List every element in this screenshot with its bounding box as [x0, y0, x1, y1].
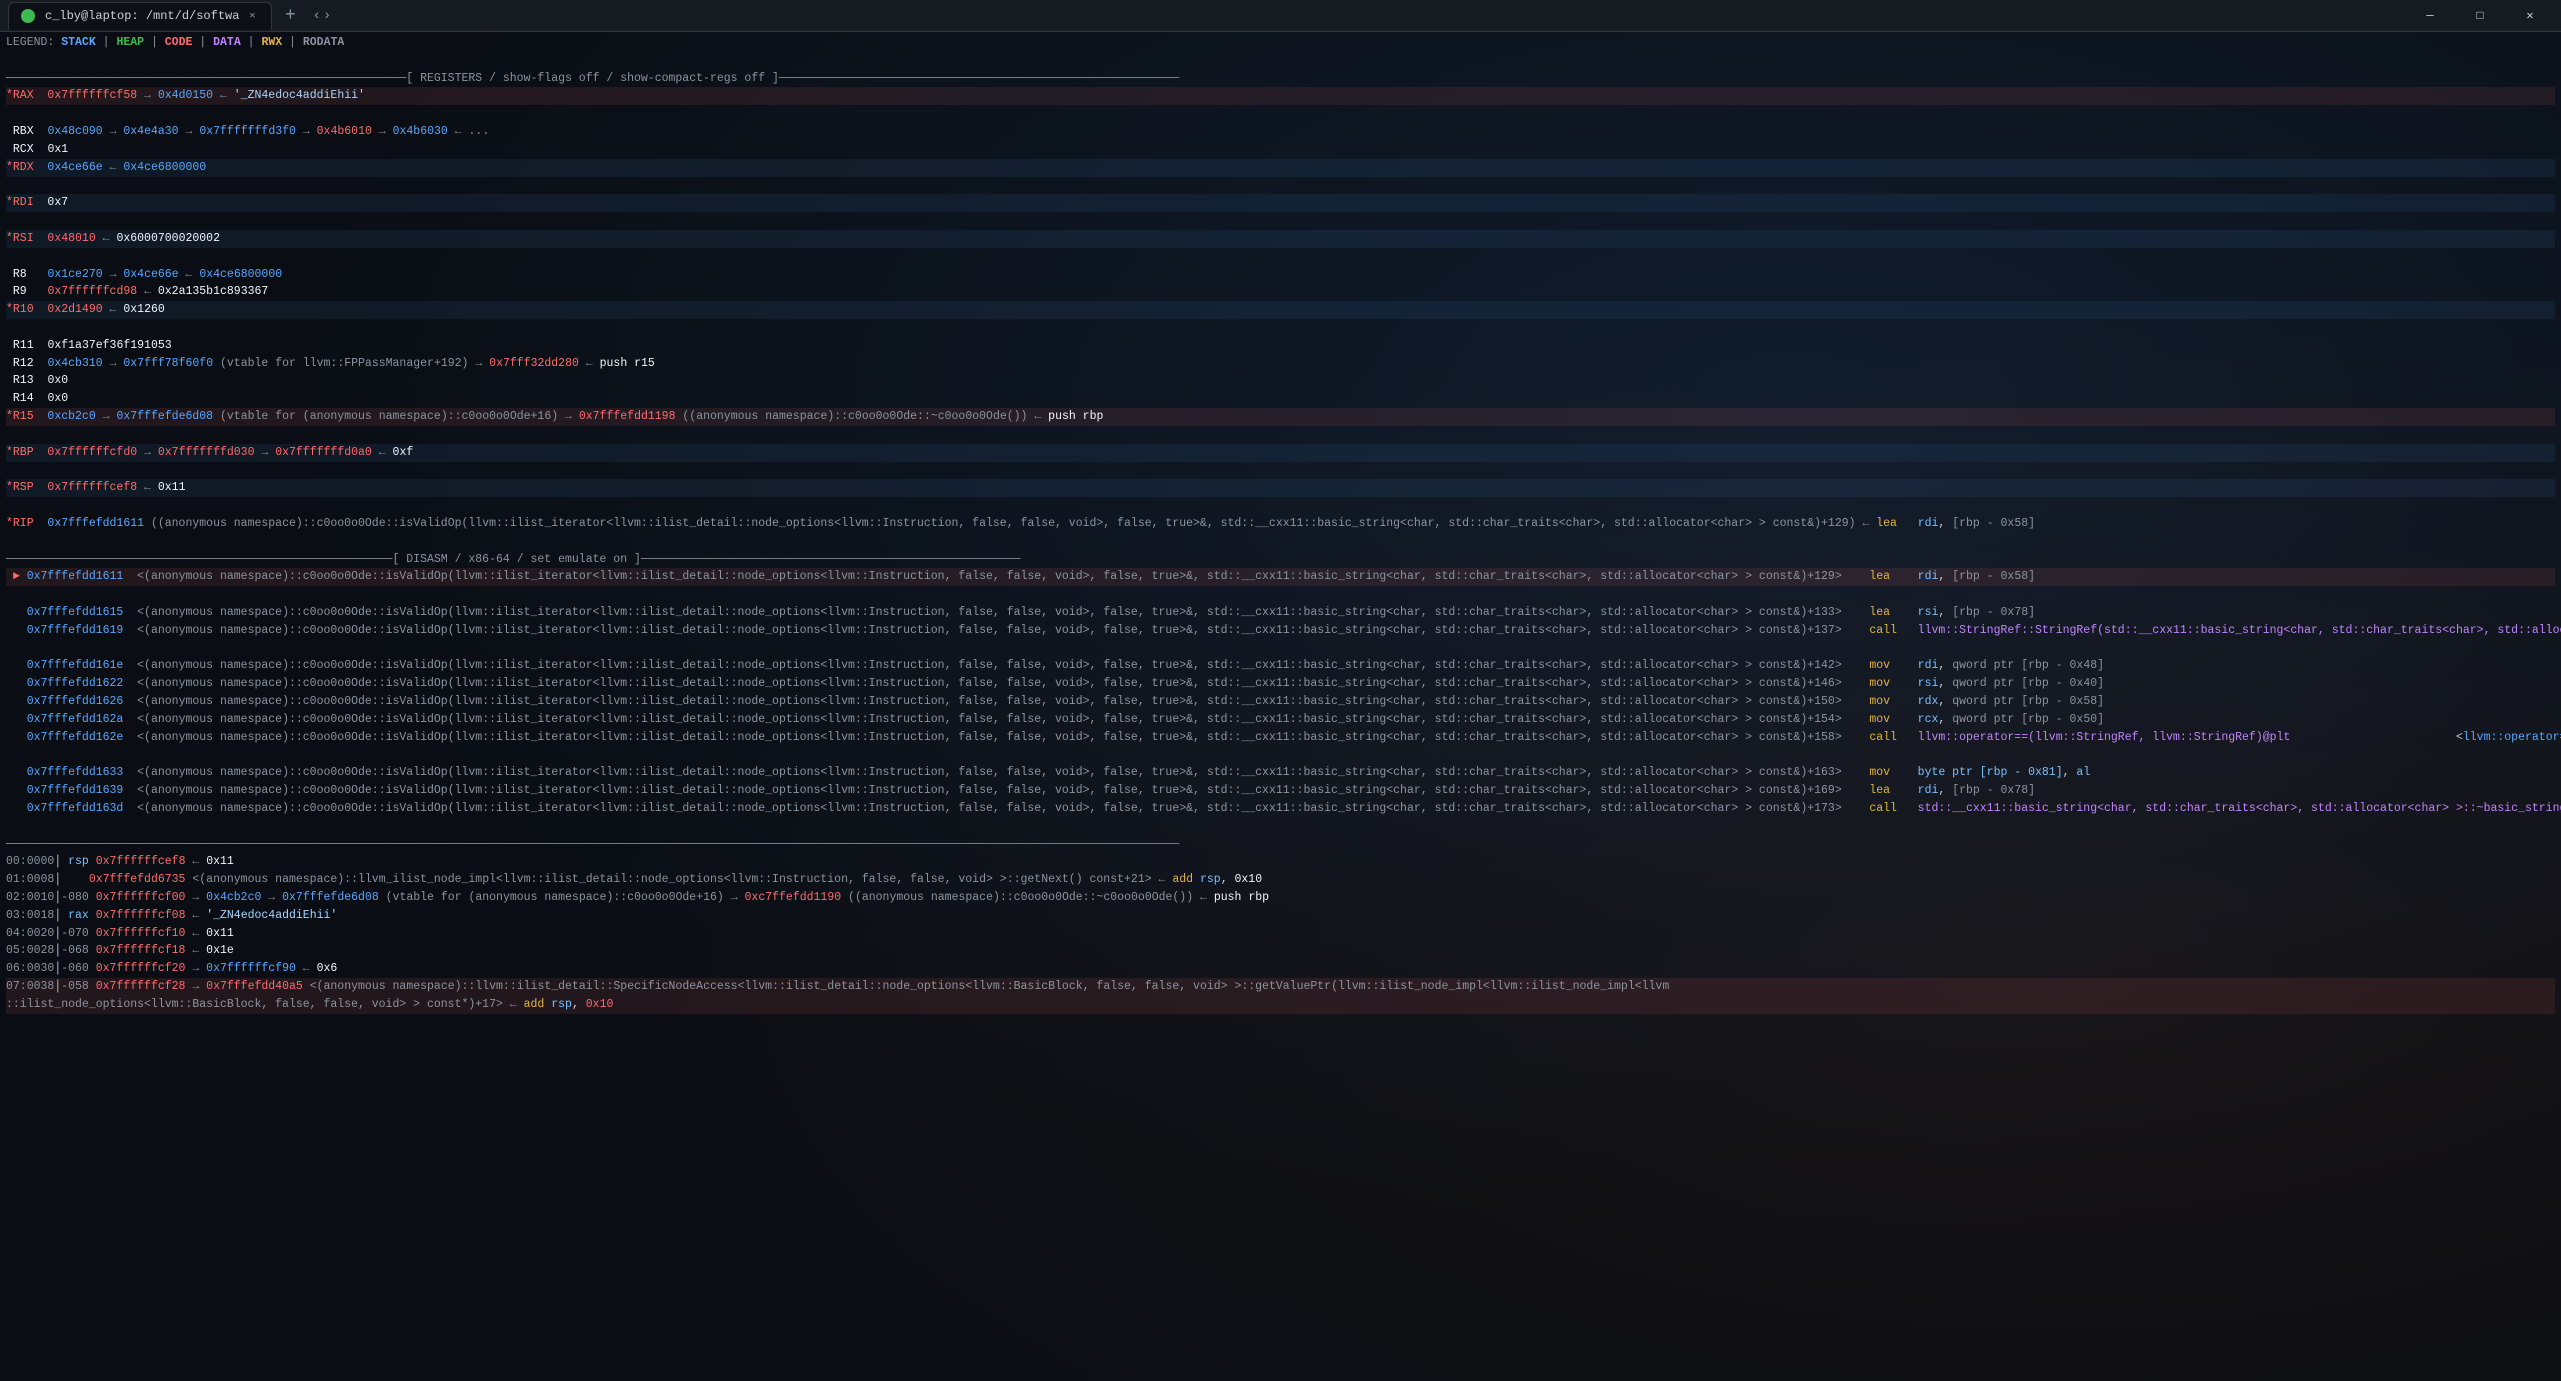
active-tab[interactable]: c_lby@laptop: /mnt/d/softwa ✕: [8, 2, 272, 30]
new-tab-button[interactable]: +: [276, 2, 304, 30]
maximize-button[interactable]: □: [2457, 0, 2503, 32]
terminal-content: LEGEND: STACK | HEAP | CODE | DATA | RWX…: [0, 32, 2561, 1381]
terminal-output: LEGEND: STACK | HEAP | CODE | DATA | RWX…: [6, 34, 2555, 1032]
tab-nav: ‹ ›: [312, 8, 331, 24]
close-button[interactable]: ✕: [2507, 0, 2553, 32]
tab-next-button[interactable]: ›: [323, 8, 331, 24]
tab-close-button[interactable]: ✕: [245, 9, 259, 23]
tab-favicon: [21, 9, 35, 23]
window-controls: ─ □ ✕: [2407, 0, 2553, 32]
tab-prev-button[interactable]: ‹: [312, 8, 320, 24]
tab-title: c_lby@laptop: /mnt/d/softwa: [45, 9, 239, 23]
minimize-button[interactable]: ─: [2407, 0, 2453, 32]
tab-bar: c_lby@laptop: /mnt/d/softwa ✕ + ‹ › ─ □ …: [0, 0, 2561, 32]
